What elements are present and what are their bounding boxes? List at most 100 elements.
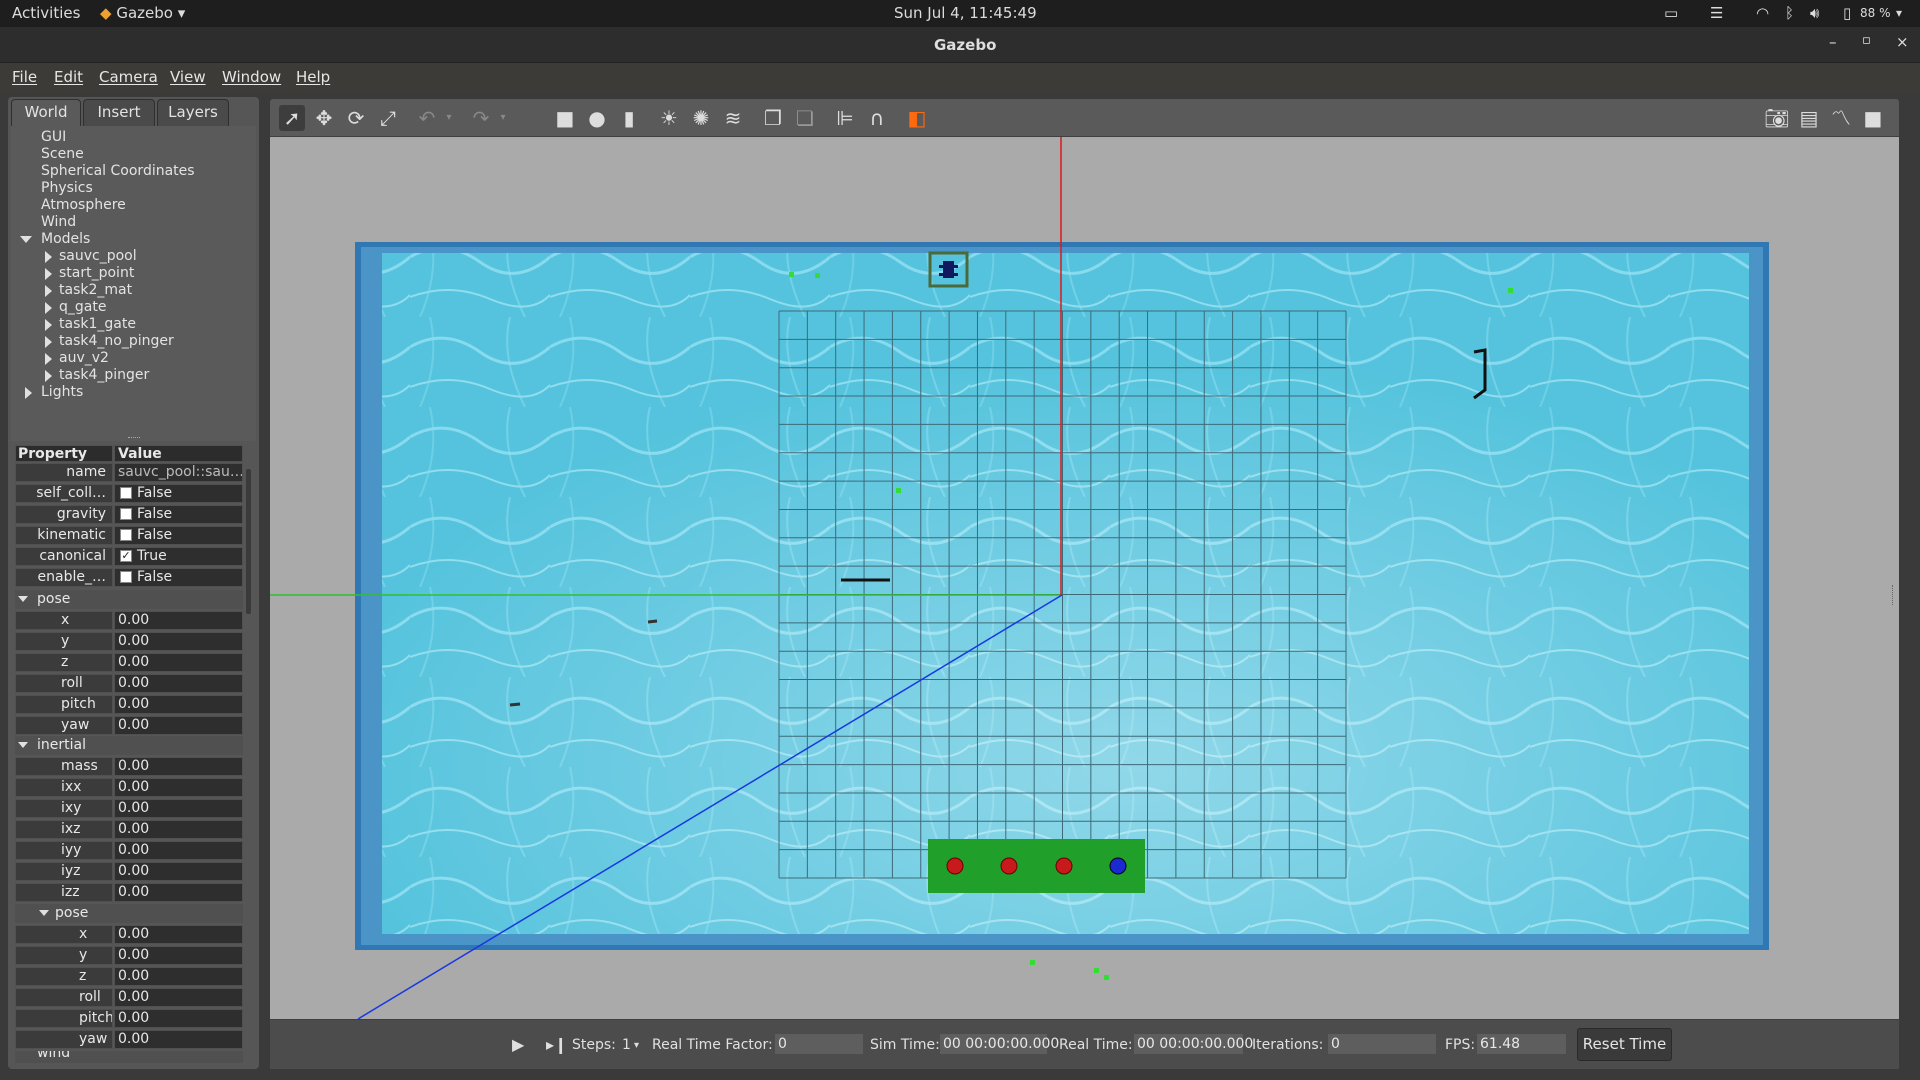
checkbox[interactable] <box>120 508 132 520</box>
translate-mode-icon[interactable]: ✥ <box>311 105 337 131</box>
property-value[interactable]: 0.00 <box>114 988 243 1007</box>
redo-dropdown-icon[interactable]: ▾ <box>490 105 516 131</box>
app-menu[interactable]: ◆ Gazebo ▾ <box>100 4 185 22</box>
property-value[interactable]: 0.00 <box>114 674 243 693</box>
menu-view[interactable]: View <box>170 68 206 86</box>
align-icon[interactable]: ⊫ <box>832 105 858 131</box>
scene-render[interactable] <box>270 137 1899 1019</box>
tab-world[interactable]: World <box>11 99 81 126</box>
snap-icon[interactable]: ∩ <box>864 105 890 131</box>
tree-model-sauvc-pool[interactable]: sauvc_pool <box>59 248 137 264</box>
property-value[interactable]: 0.00 <box>114 841 243 860</box>
expand-icon[interactable] <box>45 251 52 263</box>
menu-help[interactable]: Help <box>296 68 330 86</box>
screenshot-icon[interactable]: 📷︎ <box>1764 105 1790 131</box>
property-value[interactable]: 0.00 <box>114 653 243 672</box>
scale-mode-icon[interactable]: ⤢ <box>375 105 401 131</box>
tree-item-atmosphere[interactable]: Atmosphere <box>41 197 126 213</box>
steps-value[interactable]: 1 <box>622 1037 631 1053</box>
undo-dropdown-icon[interactable]: ▾ <box>436 105 462 131</box>
tree-model-auv-v2[interactable]: auv_v2 <box>59 350 109 366</box>
property-value[interactable]: 0.00 <box>114 716 243 735</box>
sphere-shape-icon[interactable]: ● <box>584 105 610 131</box>
property-value[interactable]: 0.00 <box>114 611 243 630</box>
checkbox[interactable] <box>120 571 132 583</box>
expand-icon[interactable] <box>45 302 52 314</box>
checkbox[interactable] <box>120 487 132 499</box>
tree-model-task2-mat[interactable]: task2_mat <box>59 282 132 298</box>
section-pose[interactable]: pose <box>15 590 243 609</box>
menu-camera[interactable]: Camera <box>99 68 158 86</box>
menu-window[interactable]: Window <box>222 68 281 86</box>
tree-model-task4-pinger[interactable]: task4_pinger <box>59 367 149 383</box>
tree-item-lights[interactable]: Lights <box>41 384 83 400</box>
plot-icon[interactable]: 〽 <box>1828 105 1854 131</box>
tab-layers[interactable]: Layers <box>157 99 229 126</box>
tab-insert[interactable]: Insert <box>83 99 155 126</box>
collapse-icon[interactable] <box>18 742 28 748</box>
blue-ball[interactable] <box>1109 857 1127 875</box>
collapse-models-icon[interactable] <box>20 236 32 243</box>
red-ball[interactable] <box>946 857 964 875</box>
tree-item-spherical-coordinates[interactable]: Spherical Coordinates <box>41 163 195 179</box>
play-icon[interactable]: ▶ <box>512 1035 524 1054</box>
step-icon[interactable]: ▸❙ <box>546 1035 567 1054</box>
select-mode-icon[interactable]: ➚ <box>279 105 305 131</box>
property-value[interactable]: 0.00 <box>114 883 243 902</box>
view-angle-icon[interactable]: ◧ <box>904 105 930 131</box>
tree-item-gui[interactable]: GUI <box>41 129 66 145</box>
activities-button[interactable]: Activities <box>12 4 80 22</box>
steps-dropdown-icon[interactable]: ▾ <box>634 1040 639 1051</box>
tree-model-start-point[interactable]: start_point <box>59 265 134 281</box>
tree-model-task1-gate[interactable]: task1_gate <box>59 316 136 332</box>
property-value[interactable]: 0.00 <box>114 862 243 881</box>
tree-item-models[interactable]: Models <box>41 231 90 247</box>
point-light-icon[interactable]: ☀ <box>656 105 682 131</box>
red-ball[interactable] <box>1055 857 1073 875</box>
red-ball[interactable] <box>1000 857 1018 875</box>
rotate-mode-icon[interactable]: ⟳ <box>343 105 369 131</box>
collapse-icon[interactable] <box>39 910 49 916</box>
tree-model-q-gate[interactable]: q_gate <box>59 299 106 315</box>
section-inertial[interactable]: inertial <box>15 736 243 755</box>
menu-file[interactable]: File <box>12 68 37 86</box>
expand-icon[interactable] <box>45 370 52 382</box>
side-panel-handle[interactable] <box>1892 585 1895 605</box>
keyboard-icon[interactable]: ☰ <box>1710 4 1723 22</box>
section-wind[interactable]: wind <box>15 1051 243 1063</box>
box-shape-icon[interactable]: ■ <box>552 105 578 131</box>
close-icon[interactable]: × <box>1896 33 1909 51</box>
paste-icon[interactable]: ❏ <box>792 105 818 131</box>
cylinder-shape-icon[interactable]: ▮ <box>616 105 642 131</box>
tree-item-physics[interactable]: Physics <box>41 180 93 196</box>
checkbox[interactable] <box>120 529 132 541</box>
directional-light-icon[interactable]: ≋ <box>720 105 746 131</box>
system-menu-chevron-icon[interactable]: ▾ <box>1896 6 1902 20</box>
copy-icon[interactable]: ❐ <box>760 105 786 131</box>
property-value[interactable]: 0.00 <box>114 925 243 944</box>
expand-icon[interactable] <box>45 353 52 365</box>
video-record-icon[interactable]: ■ <box>1860 105 1886 131</box>
expand-icon[interactable] <box>45 268 52 280</box>
property-value[interactable]: 0.00 <box>114 967 243 986</box>
volume-icon[interactable]: 🔊︎ <box>1810 4 1819 22</box>
pinger-marker[interactable] <box>647 619 658 624</box>
spot-light-icon[interactable]: ✺ <box>688 105 714 131</box>
menu-edit[interactable]: Edit <box>54 68 83 86</box>
display-icon[interactable]: ▭ <box>1664 4 1678 22</box>
expand-icon[interactable] <box>45 285 52 297</box>
property-value[interactable]: 0.00 <box>114 778 243 797</box>
reset-time-button[interactable]: Reset Time <box>1577 1028 1672 1061</box>
properties-scrollbar[interactable] <box>246 469 251 614</box>
expand-lights-icon[interactable] <box>25 387 32 399</box>
property-value[interactable]: 0.00 <box>114 757 243 776</box>
property-value[interactable]: 0.00 <box>114 695 243 714</box>
expand-icon[interactable] <box>45 336 52 348</box>
battery-icon[interactable]: ▯ <box>1843 4 1851 22</box>
collapse-icon[interactable] <box>18 596 28 602</box>
property-value[interactable]: 0.00 <box>114 946 243 965</box>
section-inertial-pose[interactable]: pose <box>15 904 243 923</box>
property-value[interactable]: 0.00 <box>114 632 243 651</box>
property-value[interactable]: 0.00 <box>114 799 243 818</box>
expand-icon[interactable] <box>45 319 52 331</box>
